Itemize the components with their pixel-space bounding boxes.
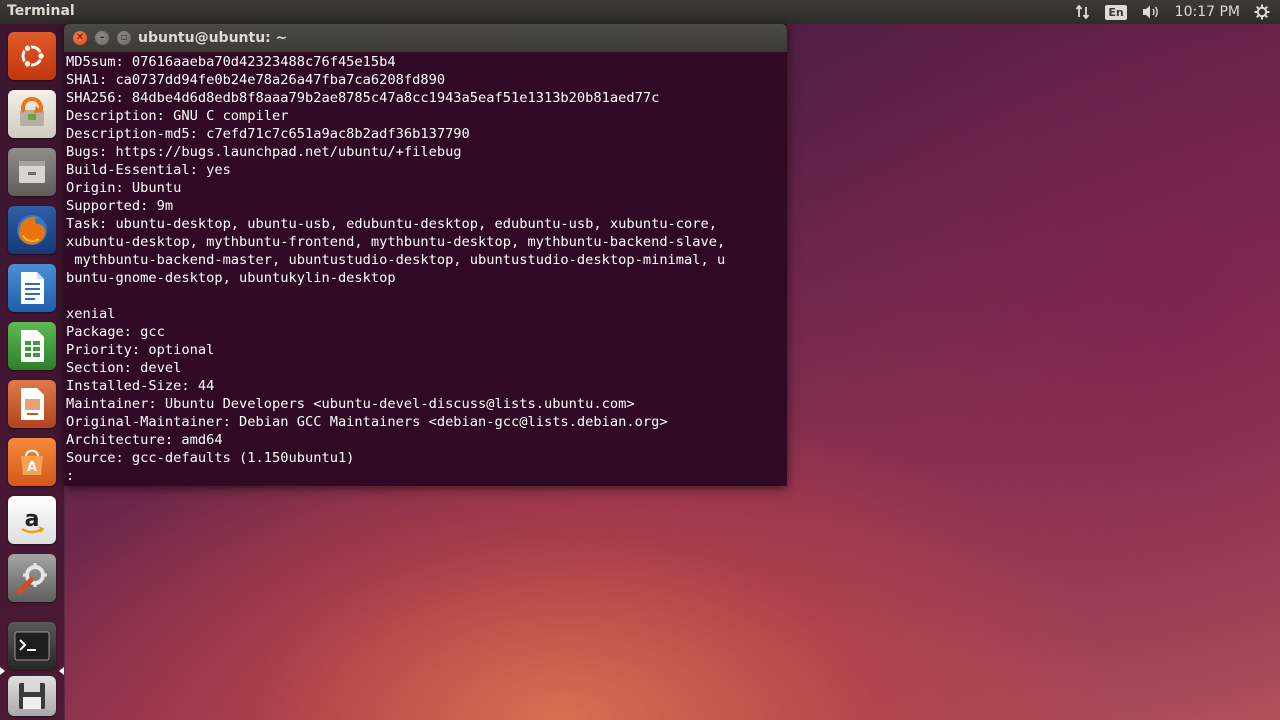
terminal-line: Architecture: amd64 <box>66 432 223 448</box>
close-button[interactable]: ✕ <box>73 31 87 45</box>
terminal-icon[interactable] <box>8 622 56 670</box>
floppy-disk-icon[interactable] <box>8 676 56 716</box>
clock[interactable]: 10:17 PM <box>1175 0 1240 24</box>
terminal-title: ubuntu@ubuntu: ~ <box>138 30 288 46</box>
libreoffice-writer-icon[interactable] <box>8 264 56 312</box>
ubuntu-software-center-icon[interactable]: A <box>8 438 56 486</box>
terminal-line: Priority: optional <box>66 342 215 358</box>
terminal-line: SHA1: ca0737dd94fe0b24e78a26a47fba7ca620… <box>66 72 446 88</box>
terminal-line: buntu-gnome-desktop, ubuntukylin-desktop <box>66 270 396 286</box>
network-icon[interactable] <box>1075 0 1091 24</box>
terminal-line: Maintainer: Ubuntu Developers <ubuntu-de… <box>66 396 635 412</box>
terminal-window[interactable]: ✕ – ▫ ubuntu@ubuntu: ~ MD5sum: 07616aaeb… <box>64 24 787 486</box>
software-updater-icon[interactable] <box>8 90 56 138</box>
terminal-line: xubuntu-desktop, mythbuntu-frontend, myt… <box>66 234 726 250</box>
top-panel: Terminal En 10:17 PM <box>0 0 1280 24</box>
minimize-button[interactable]: – <box>95 31 109 45</box>
terminal-line: Description: GNU C compiler <box>66 108 289 124</box>
libreoffice-calc-icon[interactable] <box>8 322 56 370</box>
terminal-line: Task: ubuntu-desktop, ubuntu-usb, edubun… <box>66 216 718 232</box>
terminal-line: Bugs: https://bugs.launchpad.net/ubuntu/… <box>66 144 462 160</box>
volume-icon[interactable] <box>1141 0 1161 24</box>
svg-text:a: a <box>25 507 40 532</box>
svg-text:A: A <box>27 460 37 475</box>
terminal-line: Section: devel <box>66 360 182 376</box>
keyboard-layout-label: En <box>1105 4 1127 20</box>
launcher: A a <box>0 24 65 720</box>
focused-app-indicator <box>59 667 64 675</box>
terminal-line: Description-md5: c7efd71c7c651a9ac8b2adf… <box>66 126 470 142</box>
indicator-area: En 10:17 PM <box>1075 0 1270 24</box>
terminal-line: Installed-Size: 44 <box>66 378 215 394</box>
libreoffice-impress-icon[interactable] <box>8 380 56 428</box>
system-settings-icon[interactable] <box>8 554 56 602</box>
dash-home-icon[interactable] <box>8 32 56 80</box>
firefox-icon[interactable] <box>8 206 56 254</box>
terminal-line: : <box>66 468 75 483</box>
terminal-line: xenial <box>66 306 116 322</box>
terminal-output[interactable]: MD5sum: 07616aaeba70d42323488c76f45e15b4… <box>66 53 784 483</box>
terminal-line: Supported: 9m <box>66 198 174 214</box>
active-app-indicator <box>0 667 5 675</box>
terminal-line: Original-Maintainer: Debian GCC Maintain… <box>66 414 668 430</box>
terminal-line: Build-Essential: yes <box>66 162 231 178</box>
terminal-titlebar[interactable]: ✕ – ▫ ubuntu@ubuntu: ~ <box>64 24 787 52</box>
terminal-line: MD5sum: 07616aaeba70d42323488c76f45e15b4 <box>66 54 396 70</box>
files-icon[interactable] <box>8 148 56 196</box>
maximize-button[interactable]: ▫ <box>117 31 131 45</box>
amazon-icon[interactable]: a <box>8 496 56 544</box>
terminal-line: Origin: Ubuntu <box>66 180 182 196</box>
terminal-line: mythbuntu-backend-master, ubuntustudio-d… <box>66 252 726 268</box>
terminal-line: Package: gcc <box>66 324 165 340</box>
terminal-line: Source: gcc-defaults (1.150ubuntu1) <box>66 450 355 466</box>
panel-app-title: Terminal <box>7 3 75 19</box>
gear-icon[interactable] <box>1254 0 1270 24</box>
keyboard-layout-indicator[interactable]: En <box>1105 0 1127 24</box>
terminal-line: SHA256: 84dbe4d6d8edb8f8aaa79b2ae8785c47… <box>66 90 660 106</box>
